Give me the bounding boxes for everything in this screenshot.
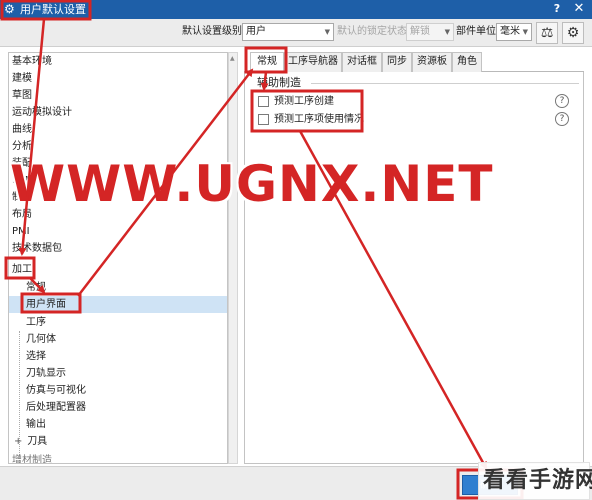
checkbox[interactable] [258, 114, 269, 125]
tree-item-tool[interactable]: + 刀具 [9, 433, 227, 450]
level-select-value: 用户 [246, 26, 266, 37]
tree-item-motion[interactable]: 运动模拟设计 [9, 104, 227, 121]
chevron-down-icon: ▼ [522, 28, 528, 36]
tree-item-geometry[interactable]: 几何体 [9, 331, 227, 348]
site-stamp: 看看手游网 [478, 462, 592, 500]
tree-item-output[interactable]: 输出 [9, 416, 227, 433]
tree-item-analysis[interactable]: 分析 [9, 138, 227, 155]
tree-item-selection[interactable]: 选择 [9, 348, 227, 365]
stamp-text: 看看手游网 [483, 468, 592, 493]
tab-role[interactable]: 角色 [452, 52, 482, 72]
chevron-down-icon: ▼ [324, 28, 330, 36]
scroll-up-icon[interactable]: ▲ [230, 55, 235, 62]
tab-content: 辅助制造 预测工序创建 预测工序项使用情况 ? ? [244, 72, 584, 464]
option-predict-operation-usage[interactable]: 预测工序项使用情况 [258, 112, 548, 128]
units-select[interactable]: 毫米 ▼ [496, 23, 532, 41]
units-select-value: 毫米 [500, 26, 520, 37]
lock-status-value: 解锁 [410, 26, 430, 37]
option-label: 预测工序创建 [274, 96, 334, 107]
tab-resource-bar[interactable]: 资源板 [412, 52, 452, 72]
settings-panel: 常规 工序导航器 对话框 同步 资源板 角色 辅助制造 预测工序创建 预测工序项… [244, 52, 584, 464]
checkbox[interactable] [258, 96, 269, 107]
gear-icon: ⚙ [4, 2, 15, 16]
help-icon[interactable]: ? [555, 94, 569, 108]
help-icon[interactable]: ? [550, 2, 564, 16]
tree-scrollbar[interactable]: ▲ [228, 52, 238, 464]
lock-status-select[interactable]: 解锁 ▼ [406, 23, 454, 41]
units-label: 部件单位 [456, 26, 496, 37]
level-label: 默认设置级别 [182, 26, 242, 37]
tab-dialog[interactable]: 对话框 [342, 52, 382, 72]
tree-item-curve[interactable]: 曲线 [9, 121, 227, 138]
toolbar: 默认设置级别 用户 ▼ 默认的锁定状态 解锁 ▼ 部件单位 毫米 ▼ ⚖ ⚙ [0, 19, 592, 47]
tree-item-toolpath-display[interactable]: 刀轨显示 [9, 365, 227, 382]
tree-item-additive[interactable]: 增材制造 [9, 452, 227, 463]
settings-icon[interactable]: ⚙ [562, 22, 584, 44]
expand-icon[interactable]: + [14, 433, 24, 450]
tree-item-tech-data[interactable]: 技术数据包 [9, 240, 227, 257]
tab-bar: 常规 工序导航器 对话框 同步 资源板 角色 [244, 52, 584, 73]
tree-item-simulation[interactable]: 仿真与可视化 [9, 382, 227, 399]
option-predict-operation-creation[interactable]: 预测工序创建 [258, 94, 548, 110]
help-icon[interactable]: ? [555, 112, 569, 126]
tree-item-operation[interactable]: 工序 [9, 314, 227, 331]
window-title: 用户默认设置 [20, 3, 86, 16]
tree-item-machining[interactable]: 加工 [9, 261, 227, 278]
tree-item-post-configurator[interactable]: 后处理配置器 [9, 399, 227, 416]
group-divider [311, 83, 579, 84]
tree-item-user-interface[interactable]: 用户界面 [9, 296, 227, 313]
tree-item-basic-env[interactable]: 基本环境 [9, 53, 227, 70]
lock-status-label: 默认的锁定状态 [337, 26, 407, 37]
tree-item-modeling[interactable]: 建模 [9, 70, 227, 87]
tree-item-sketch[interactable]: 草图 [9, 87, 227, 104]
watermark-text: WWW.UGNX.NET [10, 155, 494, 213]
category-tree: 基本环境 建模 草图 运动模拟设计 曲线 分析 装配 DMU 制图 布局 PMI… [8, 52, 228, 464]
tab-operation-navigator[interactable]: 工序导航器 [284, 52, 342, 72]
chevron-down-icon: ▼ [444, 28, 450, 36]
tab-sync[interactable]: 同步 [382, 52, 412, 72]
level-select[interactable]: 用户 ▼ [242, 23, 334, 41]
scale-icon[interactable]: ⚖ [536, 22, 558, 44]
option-label: 预测工序项使用情况 [274, 114, 364, 125]
group-title: 辅助制造 [257, 76, 301, 89]
window-titlebar: ⚙ 用户默认设置 ? ✕ [0, 0, 592, 19]
tree-item-tool-label: 刀具 [27, 436, 48, 447]
tree-item-pmi[interactable]: PMI [9, 223, 227, 240]
tree-item-general[interactable]: 常规 [9, 279, 227, 296]
close-icon[interactable]: ✕ [571, 1, 587, 17]
tab-general[interactable]: 常规 [250, 52, 284, 73]
